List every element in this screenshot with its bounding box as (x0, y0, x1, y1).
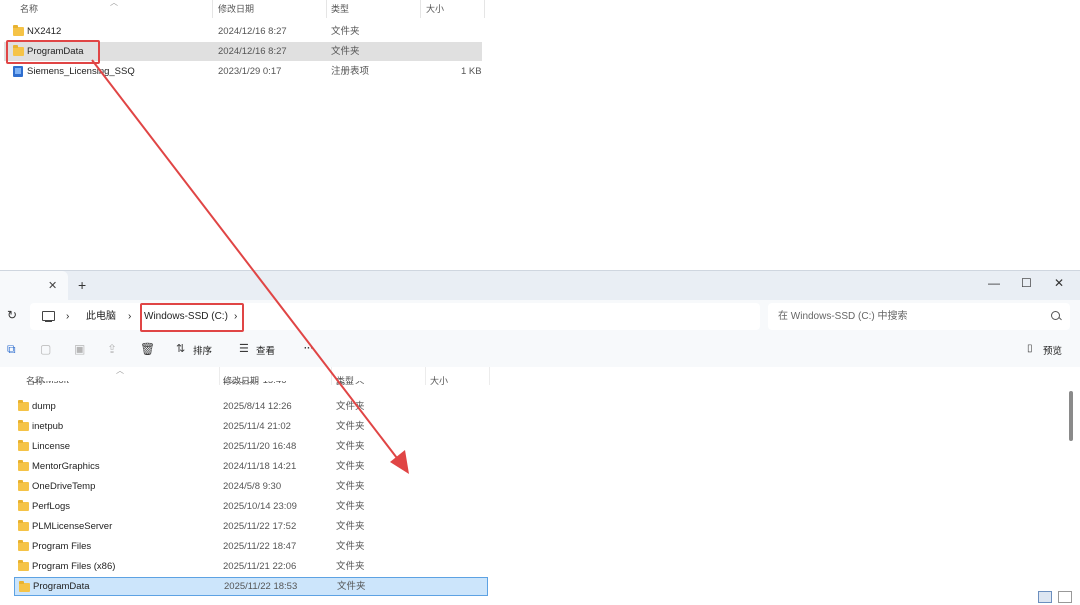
arrow-line (91, 59, 401, 463)
annotation-arrow (91, 59, 409, 474)
